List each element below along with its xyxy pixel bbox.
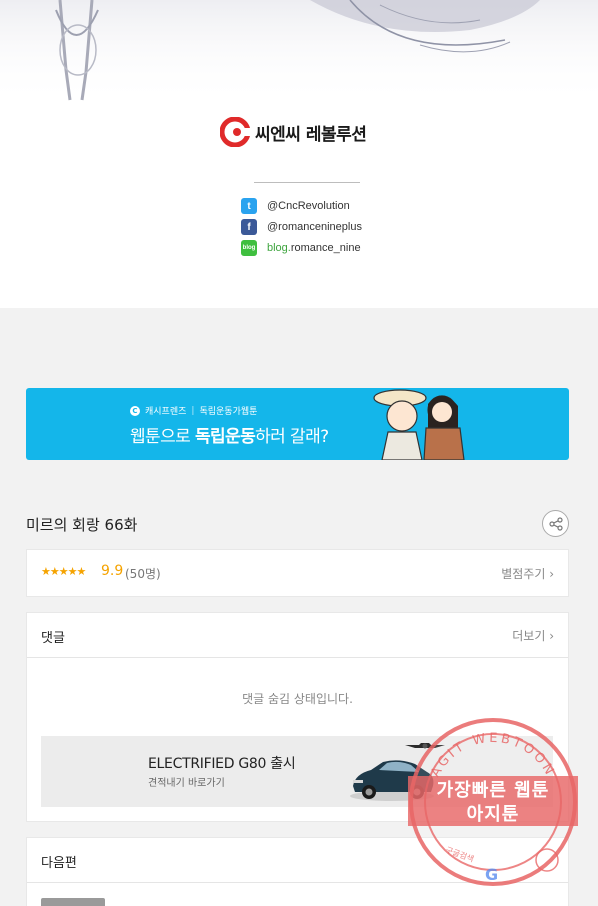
ad-banner[interactable]: ELECTRIFIED G80 출시 견적내기 바로가기	[41, 736, 553, 807]
comment-hidden-message: 댓글 숨김 상태입니다.	[242, 692, 353, 706]
social-blog-link[interactable]: blog blog. romance_nine	[241, 239, 361, 257]
ad-title: ELECTRIFIED G80 출시	[148, 756, 296, 772]
banner-brand: 캐시프렌즈	[145, 407, 187, 417]
credits-divider	[254, 182, 360, 183]
next-episode-card: 다음편	[26, 837, 569, 906]
twitter-icon: t	[241, 198, 257, 214]
rating-score: 9.9	[101, 563, 124, 579]
banner-headline-bold: 독립운동	[194, 427, 256, 447]
comic-tail	[0, 0, 598, 308]
publisher-name: 씨엔씨 레볼루션	[255, 124, 367, 145]
ad-subtitle: 견적내기 바로가기	[148, 778, 225, 789]
facebook-icon: f	[241, 219, 257, 235]
comment-more-button[interactable]: 더보기 ›	[512, 627, 554, 644]
social-blog-prefix: blog.	[267, 242, 291, 254]
share-button[interactable]	[542, 510, 569, 537]
publisher-c-logo-icon	[220, 117, 250, 147]
social-facebook-handle: @romancenineplus	[267, 221, 362, 233]
car-image	[350, 760, 434, 801]
share-icon	[548, 516, 563, 531]
publisher-logo: 씨엔씨 레볼루션	[220, 116, 367, 148]
banner-headline: 웹툰으로 독립운동하러 갈래?	[130, 422, 329, 447]
next-episode-label: 다음편	[41, 856, 77, 871]
comment-card: 댓글 더보기 › 댓글 숨김 상태입니다. ELECTRIFIED G80 출시…	[26, 612, 569, 822]
banner-headline-pre: 웹툰으로	[130, 427, 195, 447]
social-twitter-link[interactable]: t @CncRevolution	[241, 197, 350, 215]
banner-characters-illustration	[373, 389, 465, 460]
rating-card: ★★★★★ 9.9 (50명) 별점주기 ›	[26, 549, 569, 597]
rate-button[interactable]: 별점주기 ›	[501, 565, 554, 582]
social-twitter-handle: @CncRevolution	[267, 200, 350, 212]
next-episode-header: 다음편	[27, 838, 568, 883]
star-rating-icon: ★★★★★	[41, 565, 86, 578]
next-episode-thumbnail[interactable]	[41, 898, 105, 906]
blog-icon: blog	[241, 240, 257, 256]
comment-label: 댓글	[41, 631, 65, 646]
banner-headline-post: 하러 갈래?	[255, 427, 329, 447]
rating-votes: (50명)	[125, 567, 161, 581]
comic-artwork-fragment	[0, 0, 598, 105]
social-blog-handle: romance_nine	[290, 242, 361, 254]
cash-friends-logo-icon: C	[130, 405, 140, 416]
social-facebook-link[interactable]: f @romancenineplus	[241, 218, 362, 236]
comment-header: 댓글 더보기 ›	[27, 613, 568, 658]
promo-banner[interactable]: C 캐시프렌즈 | 독립운동가웹툰 웹툰으로 독립운동하러 갈래?	[26, 388, 569, 460]
episode-title: 미르의 회랑 66화	[26, 516, 138, 534]
banner-tag: 독립운동가웹툰	[199, 407, 258, 417]
banner-brand-line: C 캐시프렌즈 | 독립운동가웹툰	[130, 404, 257, 417]
